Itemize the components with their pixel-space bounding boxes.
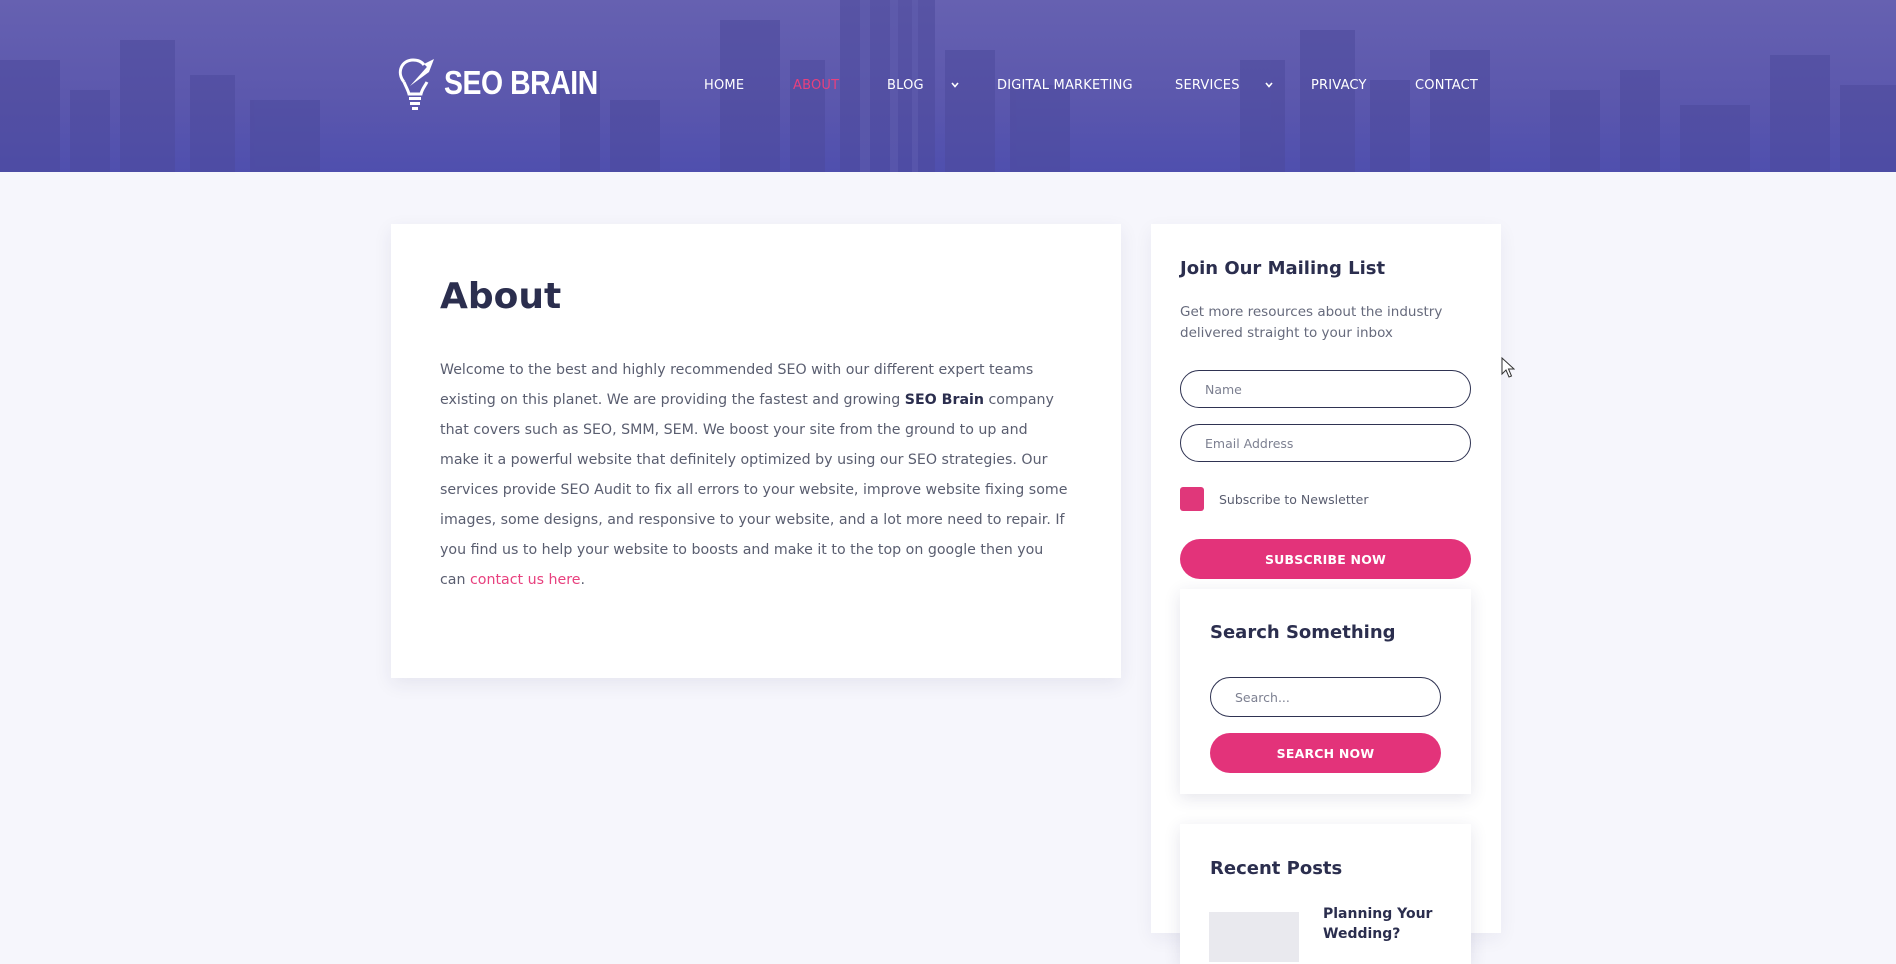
search-title: Search Something: [1210, 622, 1396, 643]
mailing-list-title: Join Our Mailing List: [1180, 258, 1386, 279]
newsletter-checkbox-label: Subscribe to Newsletter: [1219, 491, 1369, 507]
recent-post-title[interactable]: Planning Your Wedding?: [1323, 904, 1443, 944]
about-text-part: .: [580, 572, 585, 588]
sidebar: Join Our Mailing List Get more resources…: [1151, 224, 1501, 964]
site-header: SEO BRAIN HOME ABOUT BLOG DIGITAL MARKET…: [0, 0, 1896, 172]
subscribe-button[interactable]: SUBSCRIBE NOW: [1180, 539, 1471, 579]
newsletter-checkbox[interactable]: [1180, 487, 1204, 511]
mouse-cursor-icon: [1501, 357, 1515, 378]
about-text-part: company that covers such as SEO, SMM, SE…: [440, 392, 1068, 588]
chevron-down-icon[interactable]: [1263, 78, 1275, 92]
city-skyline-background: [0, 0, 1896, 172]
lightbulb-rocket-logo-icon: [398, 58, 434, 110]
search-input[interactable]: [1210, 677, 1441, 717]
nav-item-about[interactable]: ABOUT: [793, 78, 839, 93]
about-paragraph: Welcome to the best and highly recommend…: [440, 355, 1068, 595]
search-widget: Search Something SEARCH NOW: [1180, 589, 1471, 794]
newsletter-checkbox-row: Subscribe to Newsletter: [1180, 487, 1368, 511]
nav-item-blog[interactable]: BLOG: [887, 78, 924, 93]
nav-item-digital-marketing[interactable]: DIGITAL MARKETING: [997, 78, 1133, 93]
name-field[interactable]: [1180, 370, 1471, 408]
email-field[interactable]: [1180, 424, 1471, 462]
post-thumbnail[interactable]: [1209, 912, 1299, 962]
nav-item-privacy[interactable]: PRIVACY: [1311, 78, 1367, 93]
nav-item-services[interactable]: SERVICES: [1175, 78, 1240, 93]
recent-posts-widget: Recent Posts Planning Your Wedding?: [1180, 824, 1471, 964]
chevron-down-icon[interactable]: [949, 78, 961, 92]
nav-item-home[interactable]: HOME: [704, 78, 744, 93]
nav-item-contact[interactable]: CONTACT: [1415, 78, 1478, 93]
search-button[interactable]: SEARCH NOW: [1210, 733, 1441, 773]
brand-highlight: SEO Brain: [904, 392, 984, 408]
logo[interactable]: SEO BRAIN: [394, 56, 623, 110]
contact-link[interactable]: contact us here: [470, 572, 580, 588]
recent-posts-title: Recent Posts: [1210, 858, 1343, 879]
about-card: About Welcome to the best and highly rec…: [391, 224, 1121, 678]
mailing-list-description: Get more resources about the industry de…: [1180, 304, 1443, 341]
brand-name: SEO BRAIN: [444, 64, 598, 101]
page-title: About: [440, 276, 562, 317]
